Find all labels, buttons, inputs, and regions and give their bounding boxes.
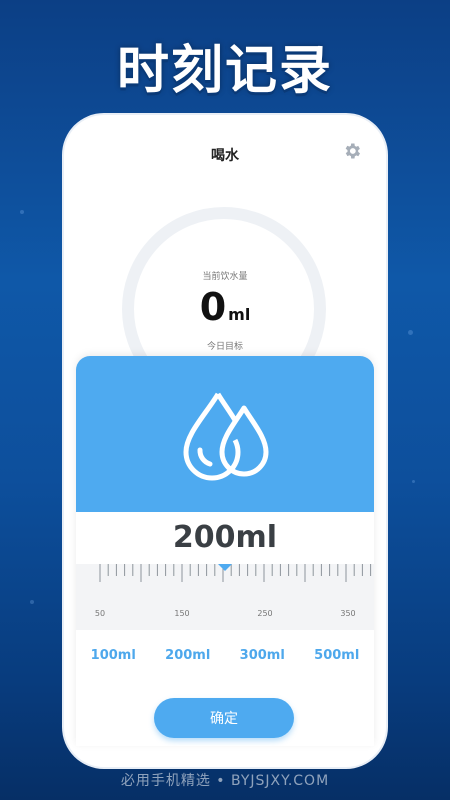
ruler-label: 150 (174, 609, 189, 618)
ruler-indicator (218, 564, 232, 571)
banner-title: 时刻记录 (116, 41, 333, 101)
quick-option-100ml[interactable]: 100ml (91, 648, 136, 663)
page-title: 喝水 (211, 148, 239, 164)
ruler-label: 50 (95, 609, 105, 618)
quick-amount-options: 100ml 200ml 300ml 500ml (76, 648, 374, 663)
amount-ruler-slider[interactable]: 50 150 250 350 (76, 564, 374, 630)
intake-picker-sheet: 200ml 50 150 250 350 100ml 200ml 300ml 500m… (76, 356, 374, 746)
picker-header (76, 356, 374, 512)
quick-option-500ml[interactable]: 500ml (314, 648, 359, 663)
background-bubble (408, 330, 413, 335)
background-bubble (30, 600, 34, 604)
water-drops-icon (183, 392, 269, 481)
current-intake-label: 当前饮水量 (202, 272, 248, 282)
background-bubble (20, 210, 24, 214)
background-bubble (412, 480, 415, 483)
selected-amount: 200ml (172, 520, 278, 555)
quick-option-300ml[interactable]: 300ml (240, 648, 285, 663)
ruler-label: 250 (257, 609, 272, 618)
quick-option-200ml[interactable]: 200ml (165, 648, 210, 663)
current-intake-value: 0 ml (64, 285, 386, 329)
daily-goal-label: 今日目标 (206, 342, 243, 352)
current-intake-unit: ml (228, 305, 251, 324)
ruler-scale: 50 150 250 350 (95, 564, 372, 618)
current-intake-number: 0 (199, 285, 227, 329)
ruler-label: 350 (340, 609, 355, 618)
watermark: 必用手机精选 • BYJSJXY.COM (120, 773, 330, 789)
confirm-button[interactable]: 确定 (154, 698, 294, 738)
gear-icon[interactable] (342, 141, 362, 161)
